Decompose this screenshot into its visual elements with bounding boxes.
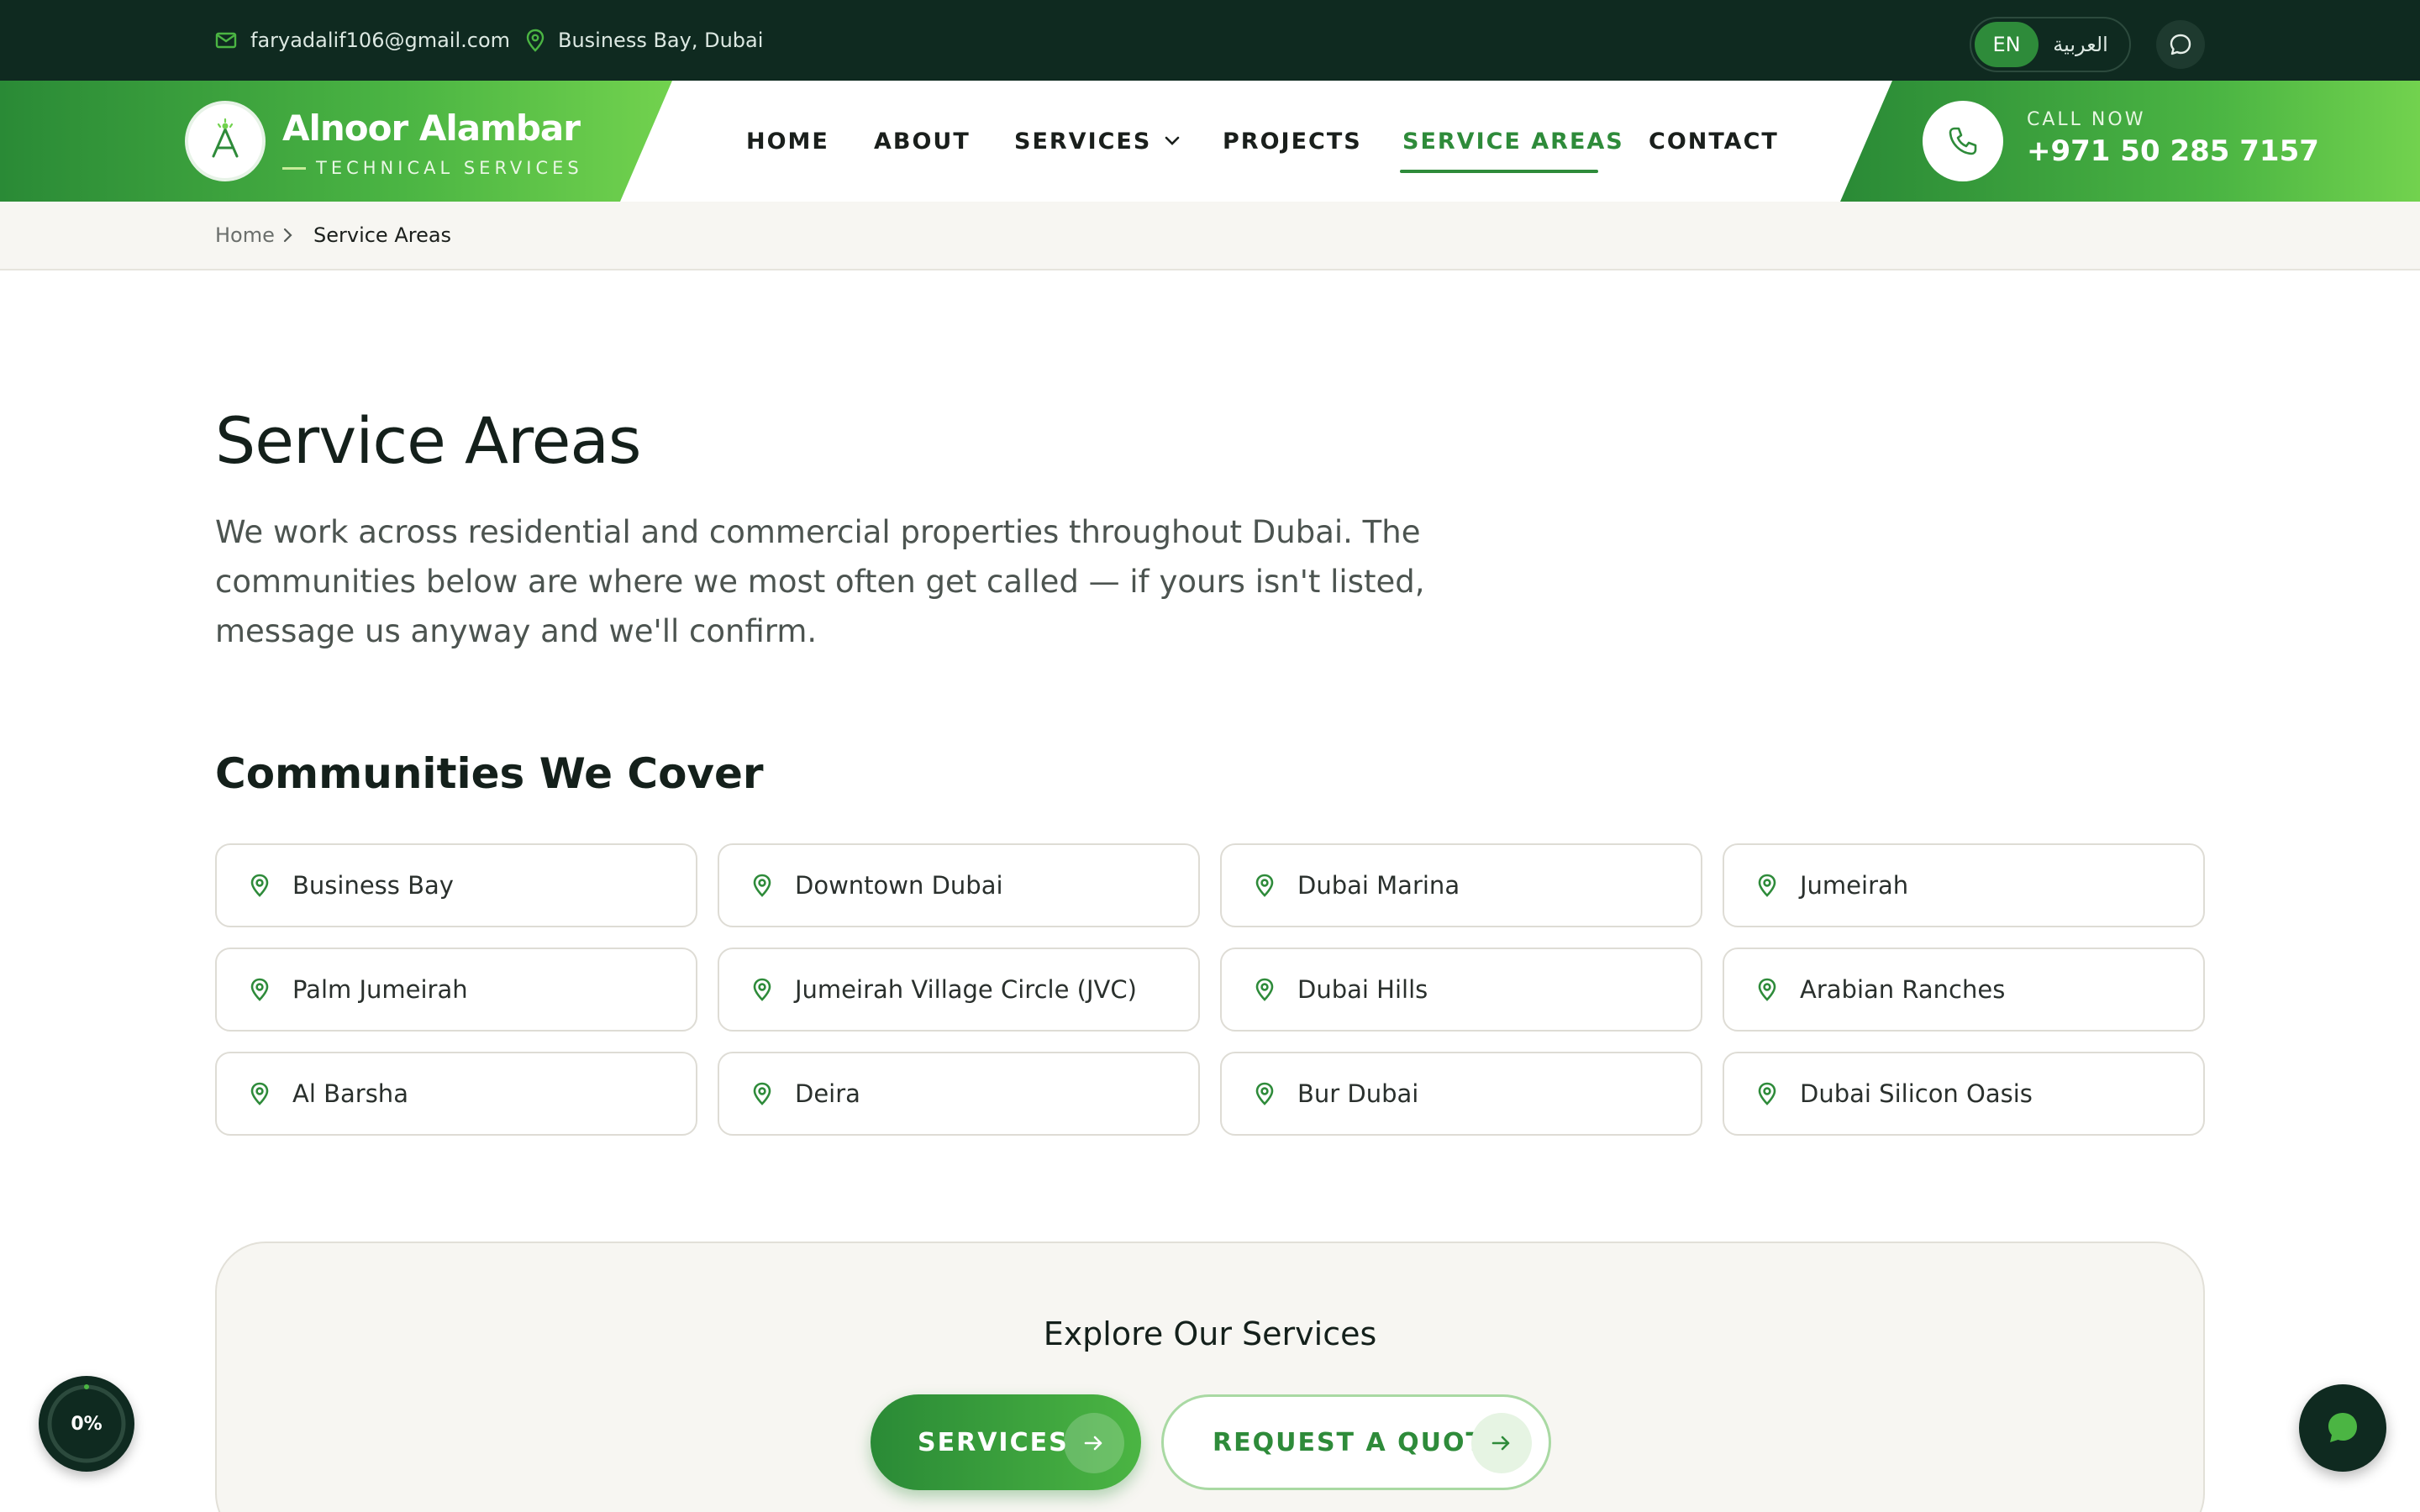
community-label: Al Barsha	[292, 1079, 408, 1108]
location-info: Business Bay, Dubai	[526, 0, 763, 81]
services-button-label: SERVICES	[918, 1427, 1069, 1457]
community-label: Deira	[795, 1079, 860, 1108]
community-card[interactable]: Business Bay	[215, 843, 697, 927]
community-card[interactable]: Deira	[718, 1052, 1200, 1136]
map-pin-icon	[250, 874, 269, 897]
community-label: Business Bay	[292, 871, 454, 900]
explore-panel: Explore Our Services SERVICES REQUEST A …	[215, 1242, 2205, 1512]
nav-services[interactable]: SERVICES	[1014, 81, 1180, 202]
scroll-progress[interactable]: 0%	[39, 1376, 134, 1472]
logo[interactable]	[185, 101, 266, 181]
breadcrumb-separator	[282, 202, 294, 269]
community-label: Dubai Silicon Oasis	[1800, 1079, 2033, 1108]
map-pin-icon	[753, 1082, 771, 1105]
community-label: Bur Dubai	[1297, 1079, 1419, 1108]
map-pin-icon	[1758, 874, 1776, 897]
phone-icon	[1949, 127, 1977, 155]
community-card[interactable]: Jumeirah	[1723, 843, 2205, 927]
site-header: Alnoor Alambar TECHNICAL SERVICES HOME A…	[0, 81, 2420, 202]
community-card[interactable]: Jumeirah Village Circle (JVC)	[718, 948, 1200, 1032]
scroll-progress-value: 0%	[71, 1413, 103, 1435]
community-card[interactable]: Dubai Silicon Oasis	[1723, 1052, 2205, 1136]
map-pin-icon	[1758, 1082, 1776, 1105]
language-switcher: EN العربية	[1970, 17, 2131, 72]
brand-tagline: TECHNICAL SERVICES	[282, 158, 583, 178]
call-button[interactable]	[1923, 101, 2003, 181]
chat-bubble-icon	[2170, 34, 2191, 55]
nav-about[interactable]: ABOUT	[874, 81, 971, 202]
nav-services-label: SERVICES	[1014, 128, 1152, 155]
nav-home[interactable]: HOME	[746, 81, 829, 202]
explore-title: Explore Our Services	[1043, 1315, 1377, 1352]
breadcrumb: Home Service Areas	[0, 202, 2420, 270]
chevron-down-icon	[1165, 136, 1180, 145]
community-card[interactable]: Al Barsha	[215, 1052, 697, 1136]
lang-en-button[interactable]: EN	[1975, 22, 2039, 67]
community-card[interactable]: Dubai Marina	[1220, 843, 1702, 927]
community-label: Jumeirah Village Circle (JVC)	[795, 975, 1137, 1004]
map-pin-icon	[1255, 874, 1274, 897]
map-pin-icon	[526, 29, 544, 52]
email-link[interactable]: faryadalif106@gmail.com	[215, 0, 510, 81]
map-pin-icon	[1255, 978, 1274, 1001]
breadcrumb-current: Service Areas	[313, 223, 452, 247]
request-quote-button[interactable]: REQUEST A QUOTE	[1161, 1394, 1551, 1490]
arrow-right-icon	[1471, 1413, 1532, 1473]
request-quote-label: REQUEST A QUOTE	[1213, 1427, 1504, 1457]
call-label: CALL NOW	[2027, 109, 2146, 130]
community-label: Dubai Marina	[1297, 871, 1460, 900]
community-label: Arabian Ranches	[1800, 975, 2006, 1004]
lang-ar-button[interactable]: العربية	[2039, 22, 2123, 67]
map-pin-icon	[250, 1082, 269, 1105]
chat-button-top[interactable]	[2156, 20, 2205, 69]
community-card[interactable]: Downtown Dubai	[718, 843, 1200, 927]
page-title: Service Areas	[215, 403, 642, 478]
top-bar: faryadalif106@gmail.com Business Bay, Du…	[0, 0, 2420, 81]
intro-text: We work across residential and commercia…	[215, 514, 1425, 649]
location-text: Business Bay, Dubai	[558, 29, 764, 52]
map-pin-icon	[753, 874, 771, 897]
nav-service-areas[interactable]: SERVICE AREAS	[1402, 81, 1624, 202]
logo-mark-icon	[212, 118, 239, 158]
arrow-right-icon	[1064, 1413, 1124, 1473]
breadcrumb-home[interactable]: Home	[215, 202, 275, 269]
tagline-dash	[282, 166, 306, 170]
community-label: Palm Jumeirah	[292, 975, 468, 1004]
services-button[interactable]: SERVICES	[871, 1394, 1141, 1490]
nav-active-indicator	[1400, 170, 1598, 173]
brand-name[interactable]: Alnoor Alambar	[282, 108, 581, 149]
nav-contact[interactable]: CONTACT	[1649, 81, 1779, 202]
map-pin-icon	[753, 978, 771, 1001]
communities-title: Communities We Cover	[215, 749, 764, 798]
map-pin-icon	[250, 978, 269, 1001]
map-pin-icon	[1758, 978, 1776, 1001]
chat-fab-button[interactable]	[2299, 1384, 2386, 1472]
community-label: Downtown Dubai	[795, 871, 1003, 900]
community-card[interactable]: Dubai Hills	[1220, 948, 1702, 1032]
community-label: Dubai Hills	[1297, 975, 1428, 1004]
map-pin-icon	[1255, 1082, 1274, 1105]
mail-icon	[215, 32, 237, 49]
nav-projects[interactable]: PROJECTS	[1223, 81, 1362, 202]
chat-bubble-icon	[2328, 1413, 2357, 1442]
community-card[interactable]: Palm Jumeirah	[215, 948, 697, 1032]
chevron-right-icon	[283, 228, 292, 243]
tagline-text: TECHNICAL SERVICES	[316, 158, 583, 178]
community-card[interactable]: Arabian Ranches	[1723, 948, 2205, 1032]
community-card[interactable]: Bur Dubai	[1220, 1052, 1702, 1136]
community-label: Jumeirah	[1800, 871, 1909, 900]
email-text: faryadalif106@gmail.com	[250, 29, 511, 52]
call-number[interactable]: +971 50 285 7157	[2027, 134, 2319, 168]
